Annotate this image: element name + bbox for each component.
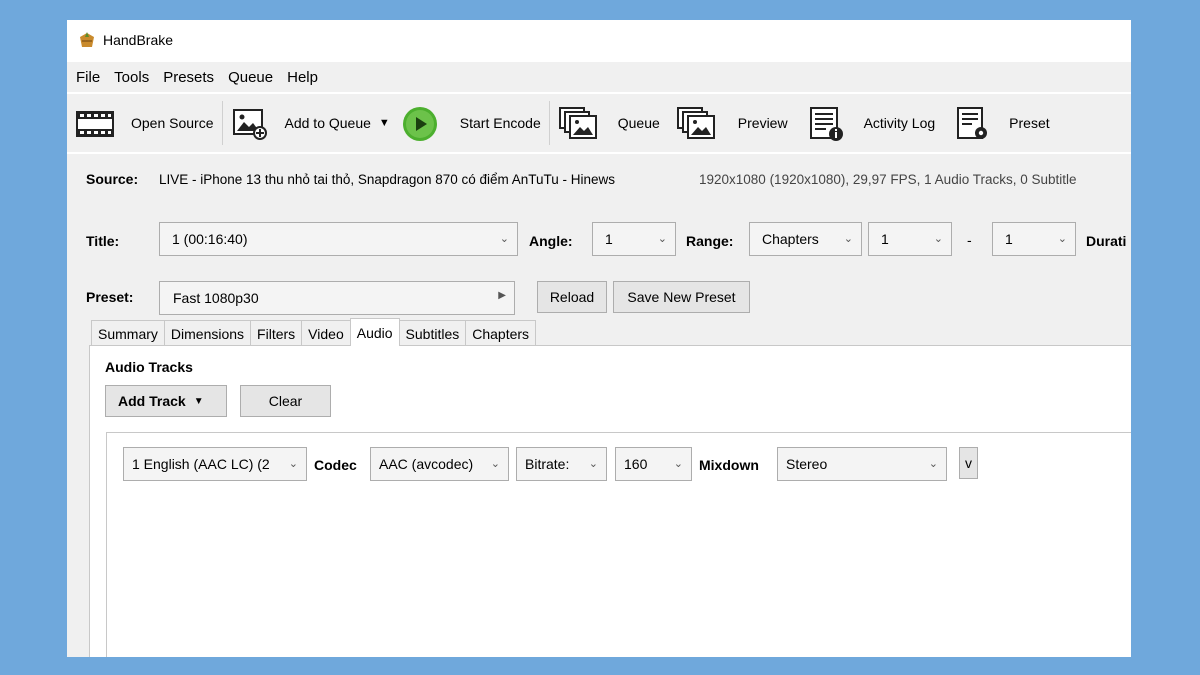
add-track-button[interactable]: Add Track ▼: [105, 385, 227, 417]
title-label: Title:: [86, 233, 120, 249]
main-content: Source: LIVE - iPhone 13 thu nhỏ tai thỏ…: [67, 154, 1131, 657]
chevron-down-icon: ⌄: [490, 458, 500, 470]
range-type-select[interactable]: Chapters ⌄: [749, 222, 862, 256]
save-new-preset-button[interactable]: Save New Preset: [613, 281, 750, 313]
tab-filters[interactable]: Filters: [250, 320, 303, 346]
title-select[interactable]: 1 (00:16:40) ⌄: [159, 222, 518, 256]
start-encode-label: Start Encode: [459, 115, 541, 131]
add-track-label: Add Track: [118, 393, 186, 409]
clear-button[interactable]: Clear: [240, 385, 331, 417]
queue-button[interactable]: Queue: [558, 99, 660, 147]
chevron-down-icon: ⌄: [1057, 233, 1067, 245]
more-settings-toggle[interactable]: v: [959, 447, 978, 479]
activity-log-button[interactable]: Activity Log: [808, 99, 936, 147]
toolbar-separator: [221, 101, 223, 145]
open-source-button[interactable]: Open Source: [75, 99, 214, 147]
menu-help[interactable]: Help: [280, 69, 325, 86]
codec-label: Codec: [314, 457, 357, 473]
title-bar: HandBrake: [67, 20, 1131, 60]
chevron-down-icon: ⌄: [588, 458, 598, 470]
preview-label: Preview: [737, 115, 788, 131]
bitrate-select[interactable]: 160 ⌄: [615, 447, 692, 481]
preview-pictures-icon: [676, 106, 716, 140]
mixdown-value: Stereo: [786, 456, 828, 472]
range-end-value: 1: [1005, 231, 1013, 247]
chevron-down-icon: ⌄: [928, 458, 938, 470]
bitrate-value: 160: [624, 456, 648, 472]
range-dash: -: [967, 232, 972, 248]
toolbar-separator: [548, 101, 550, 145]
chevron-down-icon: ⌄: [673, 458, 683, 470]
menu-queue[interactable]: Queue: [221, 69, 280, 86]
window-title: HandBrake: [103, 32, 174, 48]
mixdown-label: Mixdown: [699, 457, 759, 473]
open-source-label: Open Source: [131, 115, 214, 131]
chevron-down-icon: ⌄: [933, 233, 943, 245]
audio-track-list: 1 English (AAC LC) (2 ⌄ Codec AAC (avcod…: [106, 432, 1131, 657]
settings-tabs: Summary Dimensions Filters Video Audio S…: [91, 318, 537, 346]
handbrake-app-icon: [77, 31, 97, 49]
audio-tracks-heading: Audio Tracks: [105, 359, 193, 375]
tab-summary[interactable]: Summary: [91, 320, 165, 346]
chevron-down-icon: ⌄: [843, 233, 853, 245]
preset-select[interactable]: Fast 1080p30 ▶: [159, 281, 515, 315]
audio-source-value: 1 English (AAC LC) (2: [132, 456, 270, 472]
dropdown-caret-icon: ▼: [193, 395, 204, 407]
preview-button[interactable]: Preview: [676, 99, 788, 147]
tab-dimensions[interactable]: Dimensions: [163, 320, 252, 346]
mixdown-select[interactable]: Stereo ⌄: [777, 447, 947, 481]
play-icon: [402, 106, 438, 141]
angle-select-value: 1: [605, 231, 613, 247]
angle-select[interactable]: 1 ⌄: [592, 222, 676, 256]
bitrate-mode-value: Bitrate:: [525, 456, 570, 472]
source-label: Source:: [86, 171, 139, 187]
tab-subtitles[interactable]: Subtitles: [398, 320, 467, 346]
queue-label: Queue: [617, 115, 660, 131]
menu-bar: File Tools Presets Queue Help: [67, 62, 1131, 92]
activity-log-label: Activity Log: [863, 115, 936, 131]
queue-pictures-icon: [558, 106, 598, 140]
chevron-down-icon: ⌄: [499, 233, 509, 245]
add-to-queue-label: Add to Queue: [284, 115, 371, 131]
chevron-down-icon: ⌄: [657, 233, 667, 245]
audio-source-select[interactable]: 1 English (AAC LC) (2 ⌄: [123, 447, 307, 481]
dropdown-caret-icon[interactable]: ▼: [379, 117, 390, 129]
source-meta: 1920x1080 (1920x1080), 29,97 FPS, 1 Audi…: [699, 172, 1077, 187]
source-name: LIVE - iPhone 13 thu nhỏ tai thỏ, Snapdr…: [159, 172, 616, 187]
presets-label: Preset: [1009, 115, 1050, 131]
bitrate-mode-select[interactable]: Bitrate: ⌄: [516, 447, 607, 481]
angle-label: Angle:: [529, 233, 573, 249]
chevron-right-icon: ▶: [498, 290, 506, 301]
menu-tools[interactable]: Tools: [107, 69, 156, 86]
duration-label: Durati: [1086, 233, 1127, 249]
presets-gear-icon: [955, 106, 991, 140]
audio-panel: Audio Tracks Add Track ▼ Clear 1 English…: [89, 345, 1131, 657]
film-clapper-icon: [75, 106, 115, 140]
tab-audio[interactable]: Audio: [349, 318, 400, 346]
preset-select-value: Fast 1080p30: [173, 290, 259, 306]
range-start-select[interactable]: 1 ⌄: [868, 222, 952, 256]
presets-button[interactable]: Preset: [955, 99, 1050, 147]
codec-select[interactable]: AAC (avcodec) ⌄: [370, 447, 509, 481]
range-label: Range:: [686, 233, 734, 249]
title-select-value: 1 (00:16:40): [172, 231, 248, 247]
range-start-value: 1: [881, 231, 889, 247]
range-type-value: Chapters: [762, 231, 819, 247]
range-end-select[interactable]: 1 ⌄: [992, 222, 1076, 256]
handbrake-window: HandBrake File Tools Presets Queue Help …: [67, 20, 1131, 657]
tab-chapters[interactable]: Chapters: [465, 320, 537, 346]
codec-value: AAC (avcodec): [379, 456, 474, 472]
add-picture-icon: [231, 106, 267, 140]
toolbar: Open Source Add to Queue ▼ Start Encode …: [67, 94, 1131, 152]
start-encode-button[interactable]: Start Encode: [402, 99, 541, 147]
activity-log-icon: [808, 106, 844, 141]
chevron-down-icon: ⌄: [288, 458, 298, 470]
add-to-queue-button[interactable]: Add to Queue ▼: [231, 99, 402, 147]
tab-video[interactable]: Video: [301, 320, 351, 346]
reload-button[interactable]: Reload: [537, 281, 607, 313]
menu-file[interactable]: File: [67, 69, 107, 86]
preset-label: Preset:: [86, 289, 134, 305]
menu-presets[interactable]: Presets: [156, 69, 221, 86]
